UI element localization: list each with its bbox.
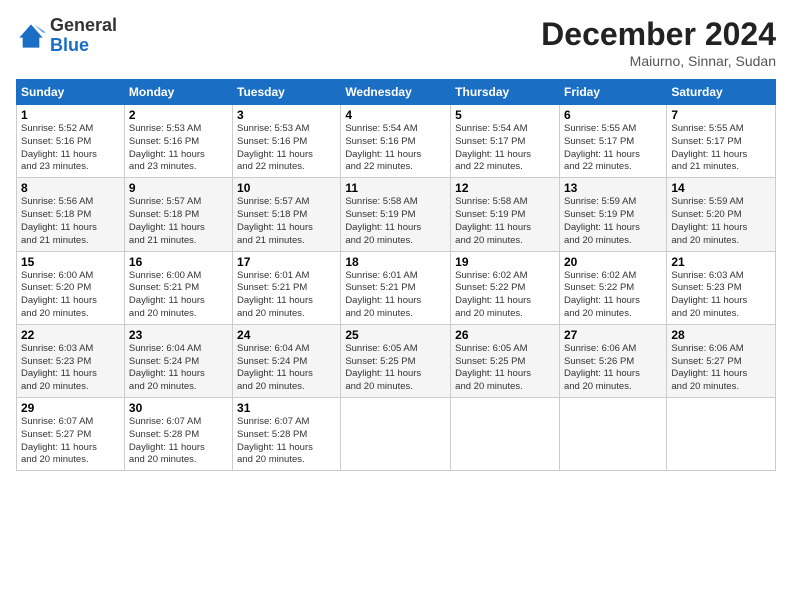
logo-blue: Blue: [50, 35, 89, 55]
empty-cell: [667, 398, 776, 471]
table-row: 15 Sunrise: 6:00 AMSunset: 5:20 PMDaylig…: [17, 251, 776, 324]
table-cell: 12 Sunrise: 5:58 AMSunset: 5:19 PMDaylig…: [451, 178, 560, 251]
table-cell: 4 Sunrise: 5:54 AMSunset: 5:16 PMDayligh…: [341, 105, 451, 178]
table-cell: 23 Sunrise: 6:04 AMSunset: 5:24 PMDaylig…: [124, 324, 232, 397]
table-row: 8 Sunrise: 5:56 AMSunset: 5:18 PMDayligh…: [17, 178, 776, 251]
table-cell: 6 Sunrise: 5:55 AMSunset: 5:17 PMDayligh…: [559, 105, 666, 178]
table-cell: 26 Sunrise: 6:05 AMSunset: 5:25 PMDaylig…: [451, 324, 560, 397]
table-cell: 16 Sunrise: 6:00 AMSunset: 5:21 PMDaylig…: [124, 251, 232, 324]
col-tuesday: Tuesday: [233, 80, 341, 105]
table-cell: 20 Sunrise: 6:02 AMSunset: 5:22 PMDaylig…: [559, 251, 666, 324]
title-block: December 2024 Maiurno, Sinnar, Sudan: [541, 16, 776, 69]
page: General Blue December 2024 Maiurno, Sinn…: [0, 0, 792, 612]
table-cell: 11 Sunrise: 5:58 AMSunset: 5:19 PMDaylig…: [341, 178, 451, 251]
table-cell: 24 Sunrise: 6:04 AMSunset: 5:24 PMDaylig…: [233, 324, 341, 397]
table-row: 22 Sunrise: 6:03 AMSunset: 5:23 PMDaylig…: [17, 324, 776, 397]
month-title: December 2024: [541, 16, 776, 53]
col-monday: Monday: [124, 80, 232, 105]
calendar-table: Sunday Monday Tuesday Wednesday Thursday…: [16, 79, 776, 471]
logo-icon: [16, 21, 46, 51]
empty-cell: [559, 398, 666, 471]
logo: General Blue: [16, 16, 117, 56]
table-cell: 13 Sunrise: 5:59 AMSunset: 5:19 PMDaylig…: [559, 178, 666, 251]
table-cell: 2 Sunrise: 5:53 AMSunset: 5:16 PMDayligh…: [124, 105, 232, 178]
table-row: 29 Sunrise: 6:07 AMSunset: 5:27 PMDaylig…: [17, 398, 776, 471]
empty-cell: [451, 398, 560, 471]
table-cell: 3 Sunrise: 5:53 AMSunset: 5:16 PMDayligh…: [233, 105, 341, 178]
location: Maiurno, Sinnar, Sudan: [541, 53, 776, 69]
table-cell: 29 Sunrise: 6:07 AMSunset: 5:27 PMDaylig…: [17, 398, 125, 471]
col-wednesday: Wednesday: [341, 80, 451, 105]
table-cell: 15 Sunrise: 6:00 AMSunset: 5:20 PMDaylig…: [17, 251, 125, 324]
table-cell: 7 Sunrise: 5:55 AMSunset: 5:17 PMDayligh…: [667, 105, 776, 178]
empty-cell: [341, 398, 451, 471]
table-cell: 30 Sunrise: 6:07 AMSunset: 5:28 PMDaylig…: [124, 398, 232, 471]
col-saturday: Saturday: [667, 80, 776, 105]
table-cell: 8 Sunrise: 5:56 AMSunset: 5:18 PMDayligh…: [17, 178, 125, 251]
logo-general: General: [50, 15, 117, 35]
table-cell: 9 Sunrise: 5:57 AMSunset: 5:18 PMDayligh…: [124, 178, 232, 251]
table-cell: 1 Sunrise: 5:52 AMSunset: 5:16 PMDayligh…: [17, 105, 125, 178]
table-cell: 25 Sunrise: 6:05 AMSunset: 5:25 PMDaylig…: [341, 324, 451, 397]
table-cell: 28 Sunrise: 6:06 AMSunset: 5:27 PMDaylig…: [667, 324, 776, 397]
table-cell: 22 Sunrise: 6:03 AMSunset: 5:23 PMDaylig…: [17, 324, 125, 397]
header: General Blue December 2024 Maiurno, Sinn…: [16, 16, 776, 69]
table-cell: 21 Sunrise: 6:03 AMSunset: 5:23 PMDaylig…: [667, 251, 776, 324]
table-cell: 5 Sunrise: 5:54 AMSunset: 5:17 PMDayligh…: [451, 105, 560, 178]
table-row: 1 Sunrise: 5:52 AMSunset: 5:16 PMDayligh…: [17, 105, 776, 178]
col-thursday: Thursday: [451, 80, 560, 105]
calendar-header-row: Sunday Monday Tuesday Wednesday Thursday…: [17, 80, 776, 105]
col-friday: Friday: [559, 80, 666, 105]
table-cell: 18 Sunrise: 6:01 AMSunset: 5:21 PMDaylig…: [341, 251, 451, 324]
table-cell: 27 Sunrise: 6:06 AMSunset: 5:26 PMDaylig…: [559, 324, 666, 397]
table-cell: 19 Sunrise: 6:02 AMSunset: 5:22 PMDaylig…: [451, 251, 560, 324]
table-cell: 10 Sunrise: 5:57 AMSunset: 5:18 PMDaylig…: [233, 178, 341, 251]
table-cell: 14 Sunrise: 5:59 AMSunset: 5:20 PMDaylig…: [667, 178, 776, 251]
col-sunday: Sunday: [17, 80, 125, 105]
table-cell: 31 Sunrise: 6:07 AMSunset: 5:28 PMDaylig…: [233, 398, 341, 471]
table-cell: 17 Sunrise: 6:01 AMSunset: 5:21 PMDaylig…: [233, 251, 341, 324]
